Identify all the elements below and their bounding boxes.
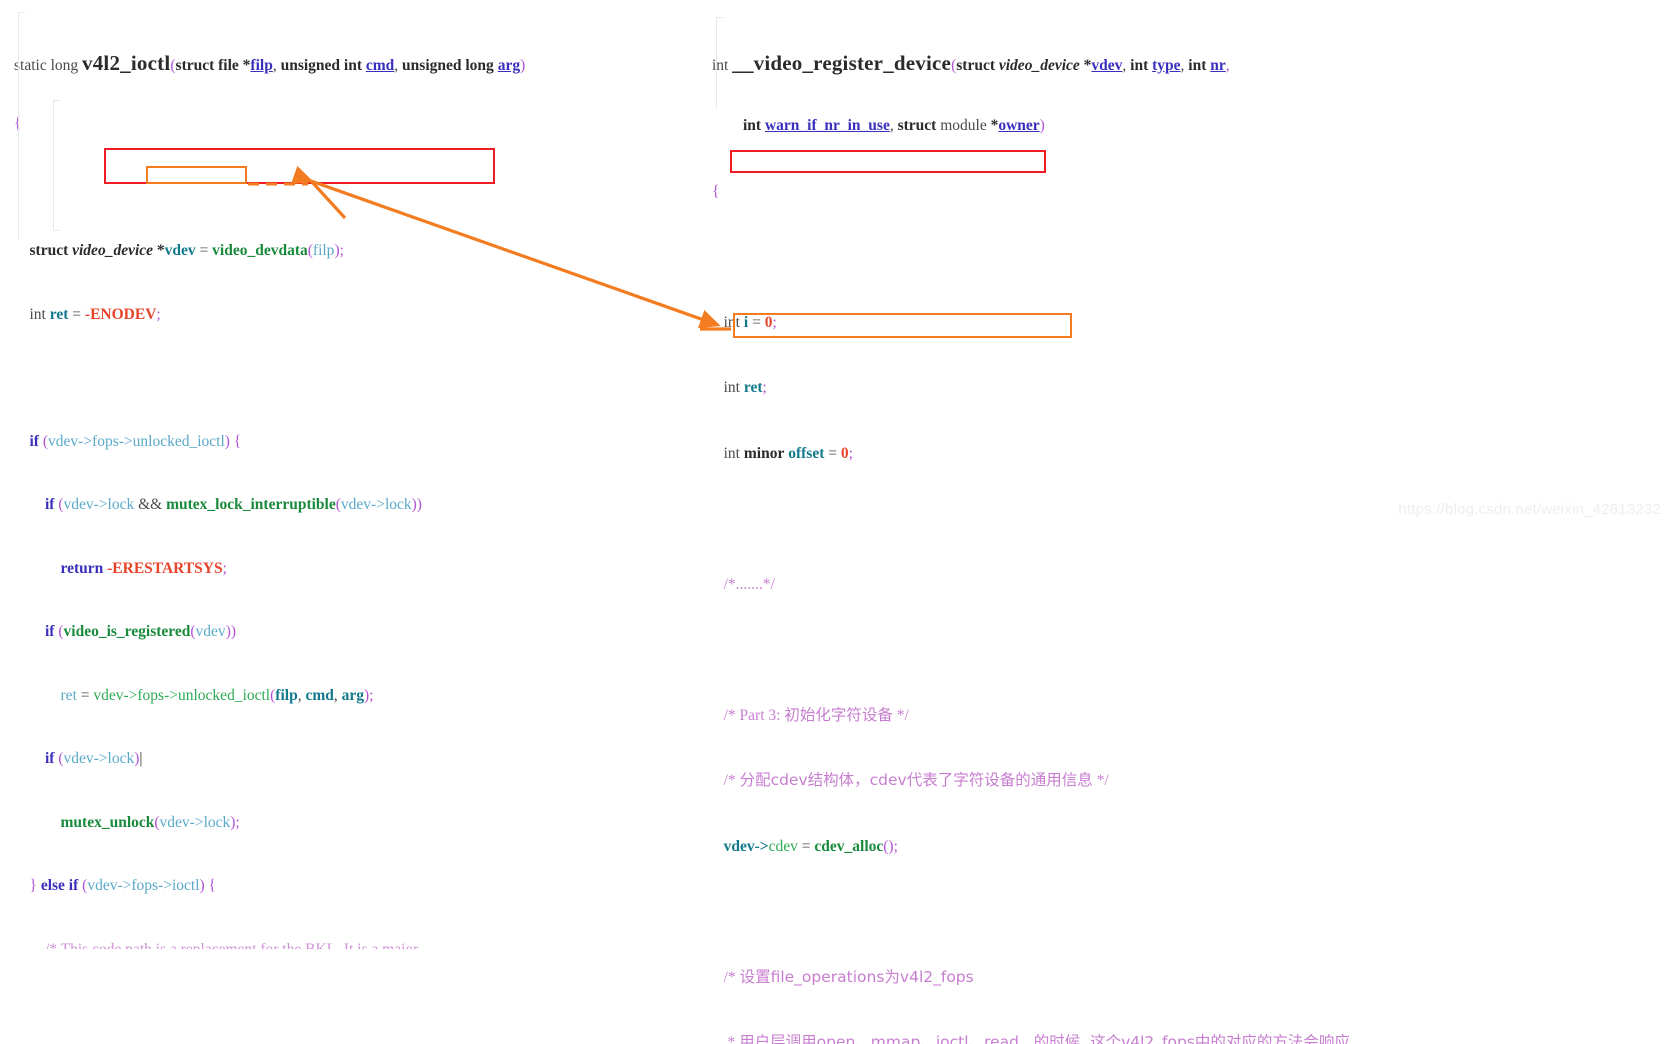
code-line: static long v4l2_ioctl(struct file *filp… xyxy=(14,50,526,75)
code-line: int ret = -ENODEV; xyxy=(29,305,161,323)
fold-guide xyxy=(18,12,19,240)
code-line: { xyxy=(14,116,525,133)
fold-guide xyxy=(716,17,723,18)
code-line: return -ERESTARTSYS; xyxy=(60,559,227,577)
code-line: ret = vdev->fops->unlocked_ioctl(filp, c… xyxy=(60,686,374,704)
code-line: } else if (vdev->fops->ioctl) { xyxy=(29,877,217,894)
code-line: if (video_is_registered(vdev)) xyxy=(45,623,237,640)
code-line: mutex_unlock(vdev->lock); xyxy=(60,813,240,831)
code-line: /*.......*/ xyxy=(723,575,775,593)
code-line: /* 设置file_operations为v4l2_fops xyxy=(723,967,974,986)
code-line: vdev->cdev = cdev_alloc(); xyxy=(723,837,898,855)
fold-guide xyxy=(53,230,60,231)
right-code-pane: int __video_register_device(struct video… xyxy=(712,6,1350,1044)
code-line: { xyxy=(712,182,720,200)
code-line: /* This code path is a replacement for t… xyxy=(45,940,419,958)
fold-guide xyxy=(53,100,60,101)
watermark: https://blog.csdn.net/weixin_42813232 xyxy=(1398,501,1661,518)
code-line: * 用户层调用open、mmap、ioctl、read...的时候, 这个v4l… xyxy=(727,1033,1350,1044)
left-code-pane: static long v4l2_ioctl(struct file *filp… xyxy=(14,6,525,990)
code-line: /* 分配cdev结构体，cdev代表了字符设备的通用信息 */ xyxy=(723,771,1109,789)
code-line: int ret; xyxy=(723,379,767,396)
code-line: if (vdev->lock)| xyxy=(45,750,143,767)
code-line: int i = 0; xyxy=(723,313,777,331)
code-line: int __video_register_device(struct video… xyxy=(712,50,1230,75)
code-line: if (vdev->fops->unlocked_ioctl) { xyxy=(29,432,242,450)
code-line: /* Part 3: 初始化字符设备 */ xyxy=(723,705,909,724)
code-line: if (vdev->lock && mutex_lock_interruptib… xyxy=(45,496,422,513)
code-line: int minor offset = 0; xyxy=(723,444,853,462)
fold-guide xyxy=(716,17,717,109)
code-line: struct video_device *vdev = video_devdat… xyxy=(29,242,344,259)
fold-guide xyxy=(18,12,25,13)
code-line: int warn_if_nr_in_use, struct module *ow… xyxy=(743,117,1045,134)
fold-guide xyxy=(53,100,54,230)
